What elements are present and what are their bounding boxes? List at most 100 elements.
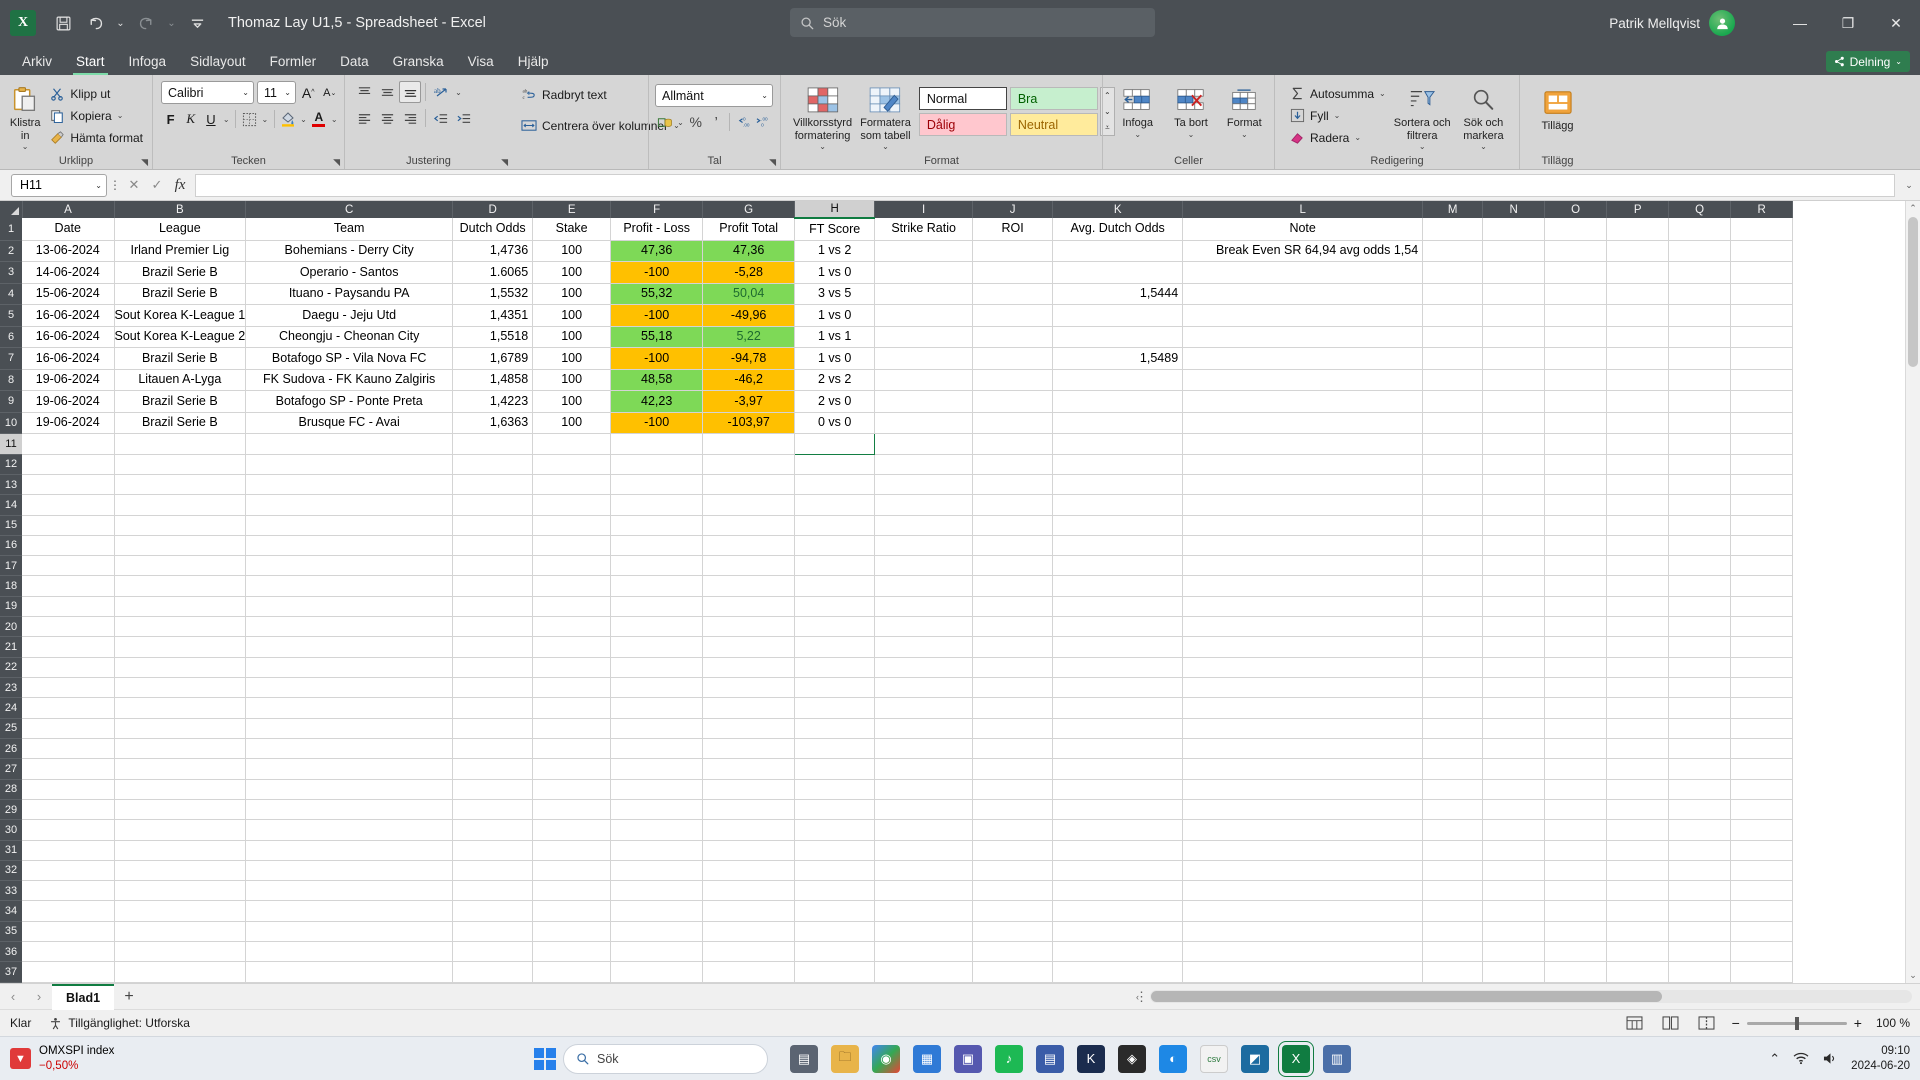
- align-bottom-button[interactable]: [399, 81, 421, 103]
- cell-H35[interactable]: [794, 921, 876, 943]
- cell-G7[interactable]: -94,78: [702, 347, 796, 370]
- column-header-M[interactable]: M: [1422, 201, 1484, 218]
- cell-N31[interactable]: [1482, 840, 1546, 861]
- cell-I22[interactable]: [874, 657, 974, 679]
- row-header-24[interactable]: 24: [0, 697, 22, 719]
- cell-G15[interactable]: [702, 515, 796, 536]
- cell-N21[interactable]: [1482, 636, 1546, 658]
- cell-E32[interactable]: [532, 860, 612, 882]
- cell-Q31[interactable]: [1668, 840, 1732, 861]
- cell-G22[interactable]: [702, 657, 796, 679]
- cell-H8[interactable]: 2 vs 2: [794, 369, 876, 392]
- cell-R11[interactable]: [1730, 433, 1794, 455]
- cell-D23[interactable]: [452, 677, 534, 699]
- customize-qat-icon[interactable]: [182, 8, 212, 38]
- cell-C2[interactable]: Bohemians - Derry City: [245, 240, 454, 263]
- cell-G11[interactable]: [702, 433, 796, 455]
- cell-F11[interactable]: [610, 433, 704, 455]
- cell-D33[interactable]: [452, 880, 534, 902]
- cell-P25[interactable]: [1606, 718, 1670, 739]
- cell-A11[interactable]: [22, 433, 115, 455]
- cell-R21[interactable]: [1730, 636, 1794, 658]
- cell-G17[interactable]: [702, 555, 796, 577]
- cell-Q19[interactable]: [1668, 596, 1732, 618]
- cell-O19[interactable]: [1544, 596, 1608, 618]
- cell-Q22[interactable]: [1668, 657, 1732, 679]
- table-row[interactable]: 33: [0, 880, 1794, 902]
- row-header-27[interactable]: 27: [0, 758, 22, 780]
- cell-D15[interactable]: [452, 515, 534, 536]
- cell-A22[interactable]: [22, 657, 115, 679]
- column-header-I[interactable]: I: [874, 201, 974, 218]
- table-row[interactable]: 18: [0, 575, 1794, 597]
- cell-R24[interactable]: [1730, 697, 1794, 719]
- cell-H2[interactable]: 1 vs 2: [794, 240, 876, 263]
- cell-M24[interactable]: [1422, 697, 1484, 719]
- cell-D3[interactable]: 1.6065: [452, 261, 534, 284]
- zoom-in-button[interactable]: +: [1854, 1015, 1862, 1031]
- cell-E9[interactable]: 100: [532, 390, 612, 413]
- cell-A14[interactable]: [22, 494, 115, 516]
- cell-N20[interactable]: [1482, 616, 1546, 638]
- cell-F23[interactable]: [610, 677, 704, 699]
- cell-H6[interactable]: 1 vs 1: [794, 326, 876, 349]
- cell-C6[interactable]: Cheongju - Cheonan City: [245, 326, 454, 349]
- cell-L26[interactable]: [1182, 738, 1424, 760]
- cell-R33[interactable]: [1730, 880, 1794, 902]
- borders-dropdown-icon[interactable]: ⌄: [260, 108, 270, 130]
- cell-N1[interactable]: [1482, 218, 1546, 241]
- cell-G19[interactable]: [702, 596, 796, 618]
- table-row[interactable]: 5 16-06-2024 Sout Korea K-League 1 Daegu - …: [0, 304, 1794, 327]
- row-header-14[interactable]: 14: [0, 494, 22, 516]
- cell-L19[interactable]: [1182, 596, 1424, 618]
- cell-Q1[interactable]: [1668, 218, 1732, 241]
- cell-R2[interactable]: [1730, 240, 1794, 263]
- cell-C28[interactable]: [245, 779, 454, 800]
- cell-L9[interactable]: [1182, 390, 1424, 413]
- row-header-4[interactable]: 4: [0, 283, 22, 306]
- add-sheet-button[interactable]: +: [114, 988, 144, 1006]
- cell-K27[interactable]: [1052, 758, 1184, 780]
- table-row[interactable]: 23: [0, 677, 1794, 699]
- percent-format-button[interactable]: %: [686, 111, 706, 133]
- cell-O35[interactable]: [1544, 921, 1608, 943]
- cell-O11[interactable]: [1544, 433, 1608, 455]
- cell-K23[interactable]: [1052, 677, 1184, 699]
- cell-L13[interactable]: [1182, 474, 1424, 496]
- cell-C25[interactable]: [245, 718, 454, 739]
- table-row[interactable]: 9 19-06-2024 Brazil Serie B Botafogo SP - P…: [0, 390, 1794, 413]
- cell-H5[interactable]: 1 vs 0: [794, 304, 876, 327]
- cell-A19[interactable]: [22, 596, 115, 618]
- cell-Q16[interactable]: [1668, 535, 1732, 557]
- cell-R26[interactable]: [1730, 738, 1794, 760]
- calc-icon[interactable]: ▥: [1323, 1044, 1351, 1073]
- cell-H18[interactable]: [794, 575, 876, 597]
- table-row[interactable]: 14: [0, 494, 1794, 516]
- cell-J22[interactable]: [972, 657, 1054, 679]
- cell-L32[interactable]: [1182, 860, 1424, 882]
- cell-F2[interactable]: 47,36: [610, 240, 704, 263]
- task-view-icon[interactable]: ▤: [790, 1044, 818, 1073]
- cell-L24[interactable]: [1182, 697, 1424, 719]
- cell-C31[interactable]: [245, 840, 454, 861]
- cell-L3[interactable]: [1182, 261, 1424, 284]
- table-row[interactable]: 26: [0, 738, 1794, 760]
- cell-F36[interactable]: [610, 941, 704, 963]
- chevron-down-icon[interactable]: ⌄: [1419, 142, 1426, 151]
- cell-O10[interactable]: [1544, 412, 1608, 435]
- cell-B9[interactable]: Brazil Serie B: [114, 390, 247, 413]
- number-format-combo[interactable]: Allmänt ⌄: [655, 84, 773, 107]
- cell-E7[interactable]: 100: [532, 347, 612, 370]
- cell-J2[interactable]: [972, 240, 1054, 263]
- cell-P5[interactable]: [1606, 304, 1670, 327]
- cell-K29[interactable]: [1052, 799, 1184, 821]
- cell-M12[interactable]: [1422, 454, 1484, 475]
- cell-P12[interactable]: [1606, 454, 1670, 475]
- column-header-B[interactable]: B: [114, 201, 247, 218]
- cell-O26[interactable]: [1544, 738, 1608, 760]
- accessibility-status[interactable]: Tillgänglighet: Utforska: [49, 1016, 190, 1030]
- cell-M34[interactable]: [1422, 900, 1484, 922]
- cell-D27[interactable]: [452, 758, 534, 780]
- cell-G20[interactable]: [702, 616, 796, 638]
- table-row[interactable]: 22: [0, 657, 1794, 679]
